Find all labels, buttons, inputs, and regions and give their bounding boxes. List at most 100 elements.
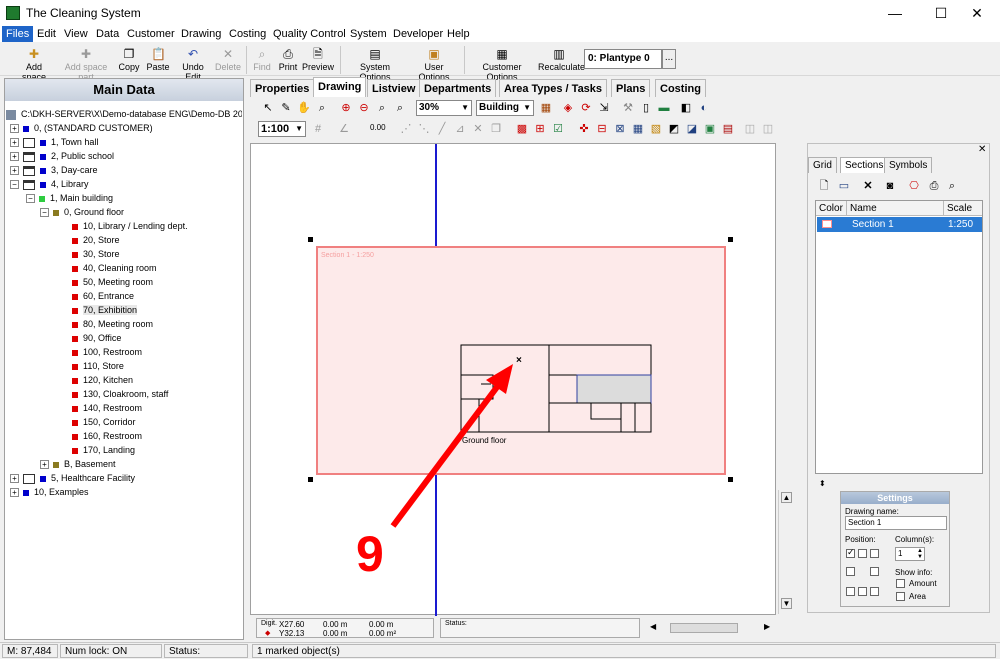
tree-item-library[interactable]: −4, Library: [6, 177, 242, 191]
paste-button[interactable]: 📋 Paste: [144, 45, 172, 75]
position-checkbox[interactable]: [870, 567, 879, 576]
plantype-field[interactable]: 0: Plantype 0: [584, 49, 662, 69]
tree-item-examples[interactable]: +10, Examples: [6, 485, 242, 499]
copy-shape-icon[interactable]: ❐: [488, 121, 504, 137]
scroll-left-icon[interactable]: ◀: [650, 622, 656, 631]
user-options-button[interactable]: ▣ User Options: [408, 45, 460, 82]
back-icon[interactable]: ◫: [760, 121, 776, 137]
pdf-icon[interactable]: ⎔: [906, 178, 922, 194]
angle-snap-icon[interactable]: ∠: [336, 121, 352, 137]
menu-costing[interactable]: Costing: [225, 26, 270, 42]
plantype-more-button[interactable]: ...: [662, 49, 676, 69]
tab-symbols[interactable]: Symbols: [884, 157, 933, 173]
drawing-name-input[interactable]: Section 1: [845, 516, 947, 530]
menu-edit[interactable]: Edit: [33, 26, 60, 42]
tree-item-room[interactable]: 50, Meeting room: [6, 275, 242, 289]
preview-button[interactable]: 🗎 Preview: [302, 45, 334, 75]
tree-item-room[interactable]: 150, Corridor: [6, 415, 242, 429]
tree-item-room[interactable]: 120, Kitchen: [6, 373, 242, 387]
copy-button[interactable]: ❐ Copy: [116, 45, 142, 75]
panel-close-icon[interactable]: ✕: [978, 144, 986, 155]
tree-item-healthcare-facility[interactable]: +5, Healthcare Facility: [6, 471, 242, 485]
tree-item-room[interactable]: 170, Landing: [6, 443, 242, 457]
tools-icon[interactable]: ⚒: [620, 100, 636, 116]
tree-item-standard-customer[interactable]: +0, (STANDARD CUSTOMER): [6, 121, 242, 135]
tree-item-room-selected[interactable]: 70, Exhibition: [6, 303, 242, 317]
report-icon[interactable]: ▤: [720, 121, 736, 137]
minimize-button[interactable]: —: [872, 0, 918, 26]
tree-item-room[interactable]: 100, Restroom: [6, 345, 242, 359]
tree-item-room[interactable]: 80, Meeting room: [6, 317, 242, 331]
position-checkbox[interactable]: [870, 587, 879, 596]
tree-item-room[interactable]: 130, Cloakroom, staff: [6, 387, 242, 401]
node-icon[interactable]: ⋰: [398, 121, 414, 137]
pan-hand-icon[interactable]: ✋: [296, 100, 312, 116]
tree-item-room[interactable]: 40, Cleaning room: [6, 261, 242, 275]
scale-select[interactable]: 1:100 ▼: [258, 121, 306, 137]
rotate-icon[interactable]: ⟳: [578, 100, 594, 116]
tab-area-types-tasks[interactable]: Area Types / Tasks: [499, 79, 608, 97]
select-pointer-icon[interactable]: ↖: [260, 100, 276, 116]
tab-listview[interactable]: Listview: [367, 79, 421, 97]
zoom-extents-icon[interactable]: ⌕: [374, 100, 390, 116]
move-icon[interactable]: ⇲: [596, 100, 612, 116]
mirror-icon[interactable]: ◈: [560, 100, 576, 116]
menu-files[interactable]: Files: [2, 26, 34, 42]
customer-options-button[interactable]: ▦ Customer Options: [468, 45, 536, 82]
zoom-select[interactable]: 30% ▼: [416, 100, 472, 116]
zoom-previous-icon[interactable]: ⌕: [392, 100, 408, 116]
tab-plans[interactable]: Plans: [611, 79, 651, 97]
area-icon[interactable]: ▩: [514, 121, 530, 137]
delete-icon[interactable]: ✕: [860, 178, 876, 194]
line-icon[interactable]: ╱: [434, 121, 450, 137]
tag-icon[interactable]: ✜: [576, 121, 592, 137]
menu-data[interactable]: Data: [92, 26, 123, 42]
tree-item-room[interactable]: 20, Store: [6, 233, 242, 247]
delete-shape-icon[interactable]: ✕: [470, 121, 486, 137]
tree-item-public-school[interactable]: +2, Public school: [6, 149, 242, 163]
tree-item-room[interactable]: 110, Store: [6, 359, 242, 373]
position-checkbox[interactable]: [846, 587, 855, 596]
column-header-name[interactable]: Name: [847, 201, 944, 216]
column-header-scale[interactable]: Scale: [944, 201, 982, 216]
tree-item-room[interactable]: 10, Library / Lending dept.: [6, 219, 242, 233]
export-icon[interactable]: ▣: [702, 121, 718, 137]
column-header-color[interactable]: Color: [816, 201, 847, 216]
menu-help[interactable]: Help: [443, 26, 474, 42]
position-checkbox-checked[interactable]: ✓: [846, 547, 855, 558]
tree-item-room[interactable]: 140, Restroom: [6, 401, 242, 415]
position-checkbox[interactable]: [858, 549, 867, 558]
menu-quality-control[interactable]: Quality Control: [269, 26, 350, 42]
zoom-out-icon[interactable]: ⊖: [356, 100, 372, 116]
split-icon[interactable]: ⊞: [532, 121, 548, 137]
table-row[interactable]: Section 1 1:250: [817, 217, 982, 232]
tab-costing[interactable]: Costing: [655, 79, 706, 97]
menu-drawing[interactable]: Drawing: [177, 26, 225, 42]
system-options-button[interactable]: ▤ System Options: [344, 45, 406, 82]
group-icon[interactable]: ◪: [684, 121, 700, 137]
tab-drawing[interactable]: Drawing: [313, 77, 367, 97]
tree-item-room[interactable]: 60, Entrance: [6, 289, 242, 303]
find-button[interactable]: ⌕ Find: [250, 45, 274, 75]
add-space-part-button[interactable]: ✚ Add space part: [58, 45, 114, 82]
position-checkbox[interactable]: [846, 567, 855, 576]
menu-customer[interactable]: Customer: [123, 26, 179, 42]
symbol-icon[interactable]: ▦: [630, 121, 646, 137]
checklist-icon[interactable]: ☑: [550, 121, 566, 137]
delete-button[interactable]: ✕ Delete: [214, 45, 242, 75]
picture-icon[interactable]: ▬: [656, 100, 672, 116]
pattern-icon[interactable]: ◩: [666, 121, 682, 137]
scroll-right-icon[interactable]: ▶: [764, 622, 770, 631]
document-icon[interactable]: ▯: [638, 100, 654, 116]
print-button[interactable]: ⎙ Print: [276, 45, 300, 75]
scroll-up-icon[interactable]: ▲: [781, 492, 792, 503]
undo-edit-button[interactable]: ↶ Undo Edit: [174, 45, 212, 82]
amount-checkbox[interactable]: [896, 579, 905, 588]
preview-icon[interactable]: ◙: [882, 178, 898, 194]
menu-developer[interactable]: Developer: [389, 26, 447, 42]
columns-spinner[interactable]: 1 ▲ ▼: [895, 547, 925, 561]
splitter-icon[interactable]: ⬍: [819, 479, 826, 488]
tab-grid[interactable]: Grid: [808, 157, 837, 173]
tree-item-day-care[interactable]: +3, Day-care: [6, 163, 242, 177]
tab-properties[interactable]: Properties: [250, 79, 315, 97]
